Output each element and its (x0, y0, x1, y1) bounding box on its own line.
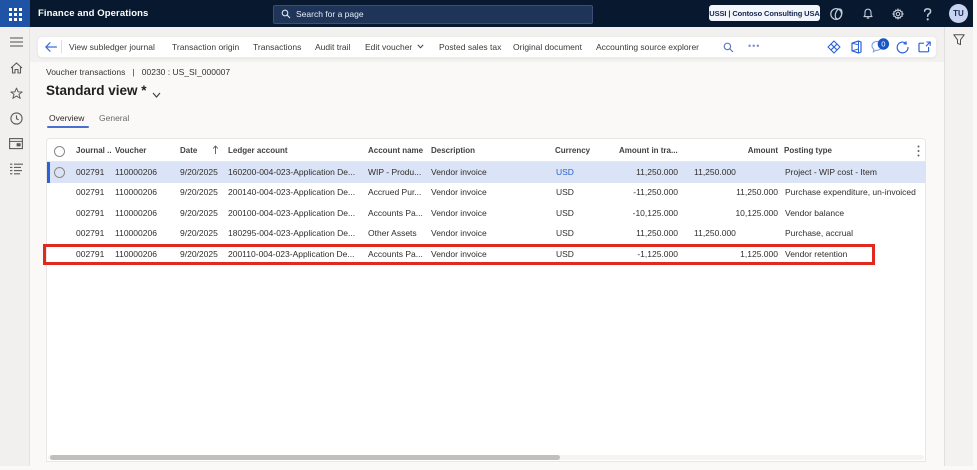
svg-text:0: 0 (881, 40, 885, 49)
